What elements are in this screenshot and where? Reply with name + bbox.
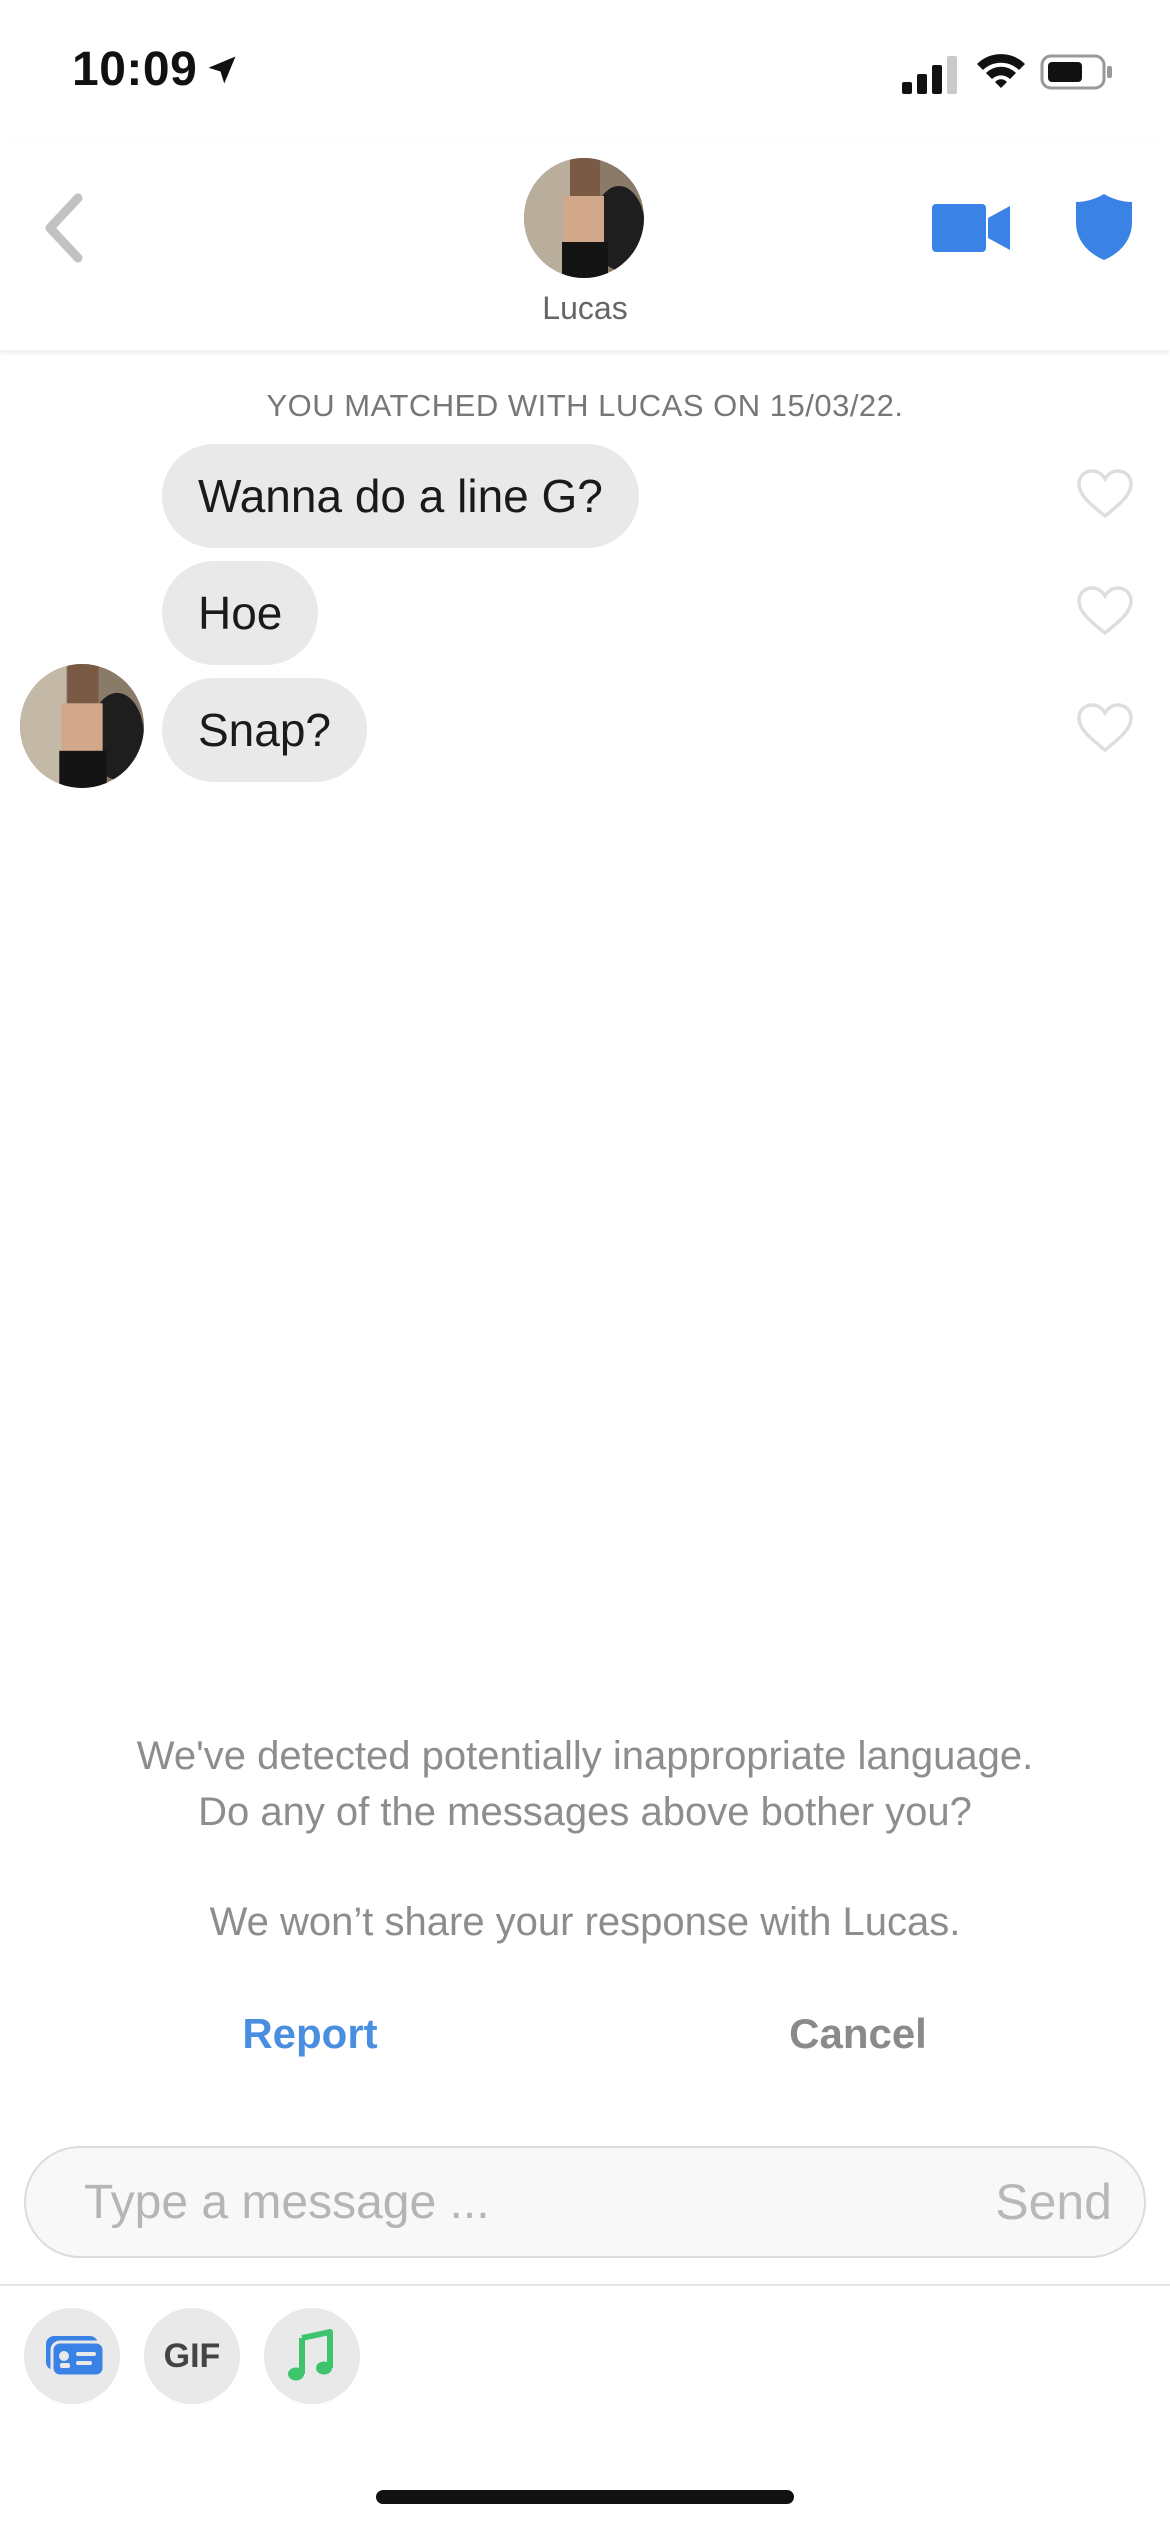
- gif-button[interactable]: GIF: [144, 2308, 240, 2404]
- inappropriate-language-prompt: We've detected potentially inappropriate…: [0, 1728, 1170, 1950]
- message-bubble[interactable]: Snap?: [162, 678, 368, 782]
- safety-toolkit-button[interactable]: [1074, 192, 1134, 262]
- message-bubble[interactable]: Wanna do a line G?: [162, 444, 639, 548]
- send-button[interactable]: Send: [995, 2148, 1112, 2256]
- prompt-privacy-note: We won’t share your response with Lucas.: [209, 1900, 961, 1944]
- back-button[interactable]: [36, 188, 96, 268]
- divider: [0, 2284, 1170, 2286]
- message-input[interactable]: [84, 2148, 944, 2256]
- wifi-icon: [977, 54, 1025, 88]
- status-bar: 10:09: [0, 0, 1170, 140]
- message-composer: Send: [24, 2146, 1146, 2258]
- chevron-left-icon: [45, 193, 83, 263]
- cellular-signal-icon: [902, 56, 957, 94]
- location-arrow-icon: [208, 56, 236, 84]
- report-button[interactable]: Report: [210, 2010, 410, 2058]
- battery-icon: [1040, 54, 1112, 90]
- avatar-photo: [524, 158, 644, 278]
- profile-card-icon: [46, 2336, 106, 2378]
- video-call-button[interactable]: [932, 200, 1012, 256]
- profile-card-button[interactable]: [24, 2308, 120, 2404]
- match-avatar[interactable]: [524, 158, 644, 278]
- shield-icon: [1076, 194, 1132, 260]
- gif-label: GIF: [163, 2337, 221, 2375]
- music-note-icon: [288, 2329, 333, 2381]
- message-bubble[interactable]: Hoe: [162, 561, 319, 665]
- match-name: Lucas: [542, 290, 628, 326]
- prompt-text-line: Do any of the messages above bother you?: [198, 1790, 972, 1834]
- prompt-text-line: We've detected potentially inappropriate…: [136, 1734, 1034, 1778]
- sender-avatar[interactable]: [20, 664, 144, 788]
- status-time: 10:09: [72, 43, 198, 96]
- like-heart-icon[interactable]: [1076, 585, 1134, 637]
- cancel-button[interactable]: Cancel: [758, 2010, 958, 2058]
- like-heart-icon[interactable]: [1076, 468, 1134, 520]
- like-heart-icon[interactable]: [1076, 702, 1134, 754]
- home-indicator[interactable]: [376, 2490, 794, 2504]
- matched-banner: YOU MATCHED WITH LUCAS ON 15/03/22.: [266, 388, 904, 423]
- chat-header: Lucas: [0, 140, 1170, 350]
- video-camera-icon: [932, 204, 1010, 252]
- music-button[interactable]: [264, 2308, 360, 2404]
- avatar-photo: [20, 664, 144, 788]
